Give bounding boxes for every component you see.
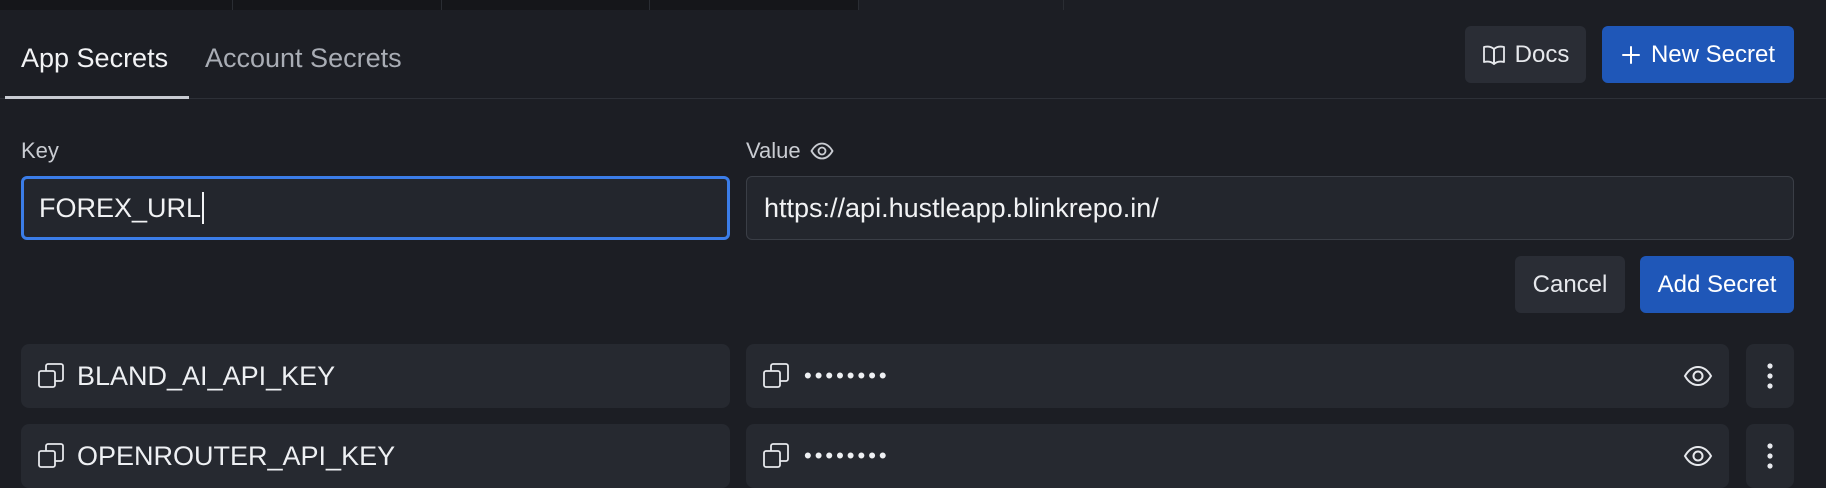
tab-account-secrets[interactable]: Account Secrets	[205, 20, 402, 97]
copy-icon[interactable]	[762, 362, 790, 390]
copy-icon[interactable]	[37, 442, 65, 470]
docs-button-label: Docs	[1514, 40, 1570, 68]
value-input-value: https://api.hustleapp.blinkrepo.in/	[764, 192, 1159, 223]
secret-key-name: BLAND_AI_API_KEY	[77, 360, 336, 391]
active-tab-indicator	[5, 96, 189, 99]
eye-icon[interactable]	[1683, 445, 1713, 467]
secret-key-name: OPENROUTER_API_KEY	[77, 440, 396, 471]
top-strip-divider	[858, 0, 859, 10]
secret-value-cell: ••••••••	[746, 424, 1729, 488]
eye-icon[interactable]	[1683, 365, 1713, 387]
top-strip-divider	[649, 0, 650, 10]
kebab-menu-icon	[1767, 363, 1773, 389]
value-field-label-row: Value	[746, 138, 834, 164]
book-icon	[1482, 44, 1506, 66]
text-caret	[202, 192, 205, 224]
top-tab-strip	[0, 0, 1826, 10]
add-secret-button[interactable]: Add Secret	[1640, 256, 1794, 313]
key-input[interactable]: FOREX_URL	[21, 176, 730, 240]
secret-value-cell: ••••••••	[746, 344, 1729, 408]
top-strip-tabs-area	[0, 0, 858, 10]
plus-icon	[1621, 45, 1641, 65]
copy-icon[interactable]	[762, 442, 790, 470]
top-strip-divider	[441, 0, 442, 10]
row-menu-button[interactable]	[1746, 344, 1794, 408]
cancel-button-label: Cancel	[1532, 270, 1608, 298]
key-field-label: Key	[21, 138, 59, 163]
row-menu-button[interactable]	[1746, 424, 1794, 488]
top-strip-divider	[1063, 0, 1064, 10]
cancel-button[interactable]: Cancel	[1515, 256, 1625, 313]
new-secret-button[interactable]: New Secret	[1602, 26, 1794, 83]
kebab-menu-icon	[1767, 443, 1773, 469]
secret-value-masked: ••••••••	[804, 363, 890, 388]
value-input[interactable]: https://api.hustleapp.blinkrepo.in/	[746, 176, 1794, 240]
secret-key-cell: OPENROUTER_API_KEY	[21, 424, 730, 488]
eye-icon[interactable]	[810, 142, 834, 160]
secret-value-masked: ••••••••	[804, 443, 890, 468]
value-field-label: Value	[746, 138, 801, 163]
key-input-value: FOREX_URL	[39, 192, 202, 223]
secret-key-cell: BLAND_AI_API_KEY	[21, 344, 730, 408]
tab-app-secrets[interactable]: App Secrets	[21, 20, 168, 97]
copy-icon[interactable]	[37, 362, 65, 390]
add-secret-button-label: Add Secret	[1657, 270, 1777, 298]
docs-button[interactable]: Docs	[1465, 26, 1586, 83]
new-secret-button-label: New Secret	[1650, 40, 1776, 68]
top-strip-divider	[232, 0, 233, 10]
